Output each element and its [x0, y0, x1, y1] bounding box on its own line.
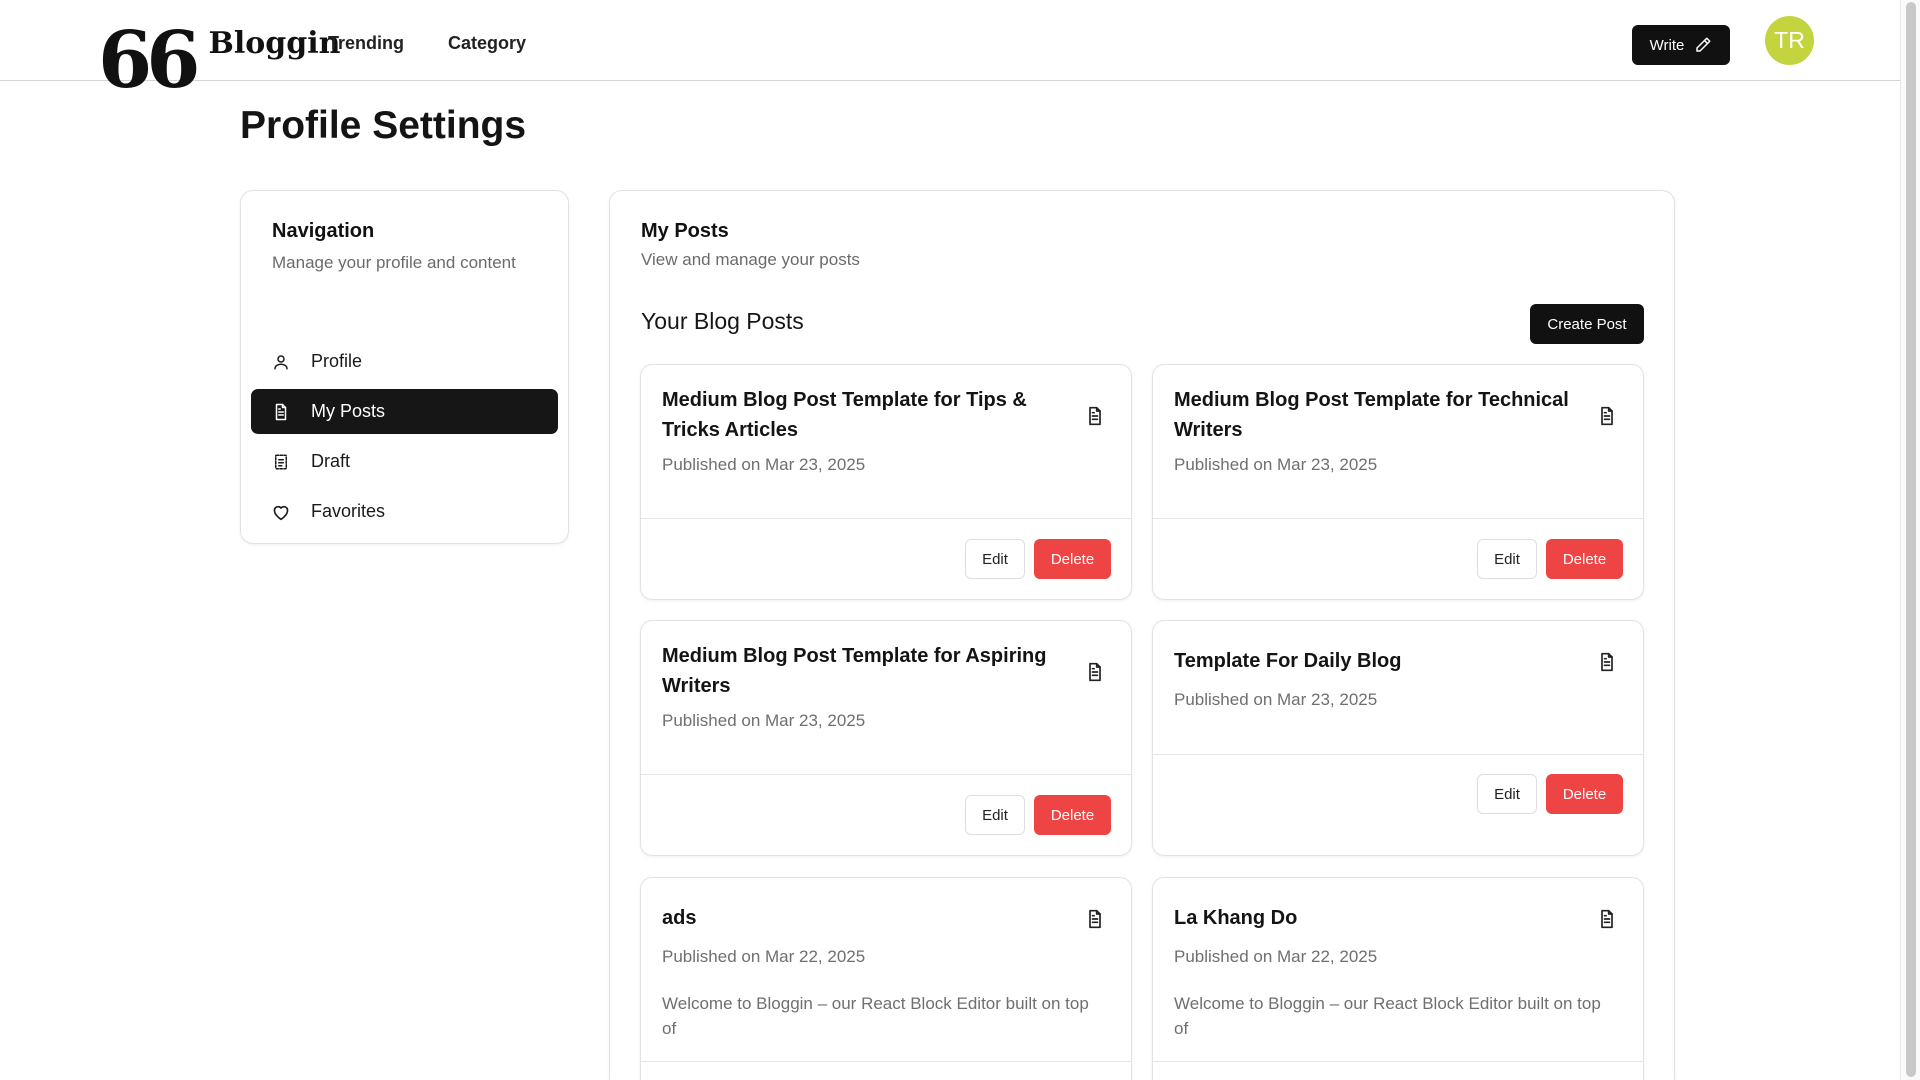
post-title[interactable]: Medium Blog Post Template for Technical …	[1174, 385, 1594, 445]
scrollbar-thumb[interactable]	[1906, 2, 1916, 1077]
nav-link-trending[interactable]: Trending	[328, 33, 404, 54]
post-excerpt: Welcome to Bloggin – our React Block Edi…	[1174, 994, 1601, 1038]
top-header: 66 Bloggin Trending Category Write TR	[0, 0, 1900, 106]
delete-button[interactable]: Delete	[1546, 539, 1623, 579]
page-title: Profile Settings	[240, 104, 527, 147]
edit-button[interactable]: Edit	[1477, 539, 1537, 579]
post-date: Published on Mar 22, 2025	[1174, 947, 1378, 966]
post-divider	[1153, 1061, 1643, 1062]
sidebar-item-draft[interactable]: Draft	[251, 439, 558, 484]
post-divider	[1153, 754, 1643, 755]
logo-text: Bloggin	[208, 25, 341, 61]
document-icon[interactable]	[1597, 908, 1617, 930]
navigation-card: Navigation Manage your profile and conte…	[240, 190, 569, 544]
sidebar-item-label: Profile	[311, 351, 363, 371]
post-date: Published on Mar 22, 2025	[662, 947, 866, 966]
edit-button[interactable]: Edit	[965, 795, 1025, 835]
write-button-label: Write	[1649, 36, 1685, 54]
edit-button[interactable]: Edit	[1477, 774, 1537, 814]
quote-logo-icon: 66	[98, 15, 201, 106]
post-date: Published on Mar 23, 2025	[1174, 690, 1378, 709]
document-icon[interactable]	[1597, 405, 1617, 427]
post-card[interactable]: ads Published on Mar 22, 2025 Welcome to…	[640, 877, 1132, 1080]
sidebar-item-favorites[interactable]: Favorites	[251, 489, 558, 534]
sidebar-item-label: My Posts	[311, 401, 386, 421]
document-icon[interactable]	[1085, 405, 1105, 427]
delete-button[interactable]: Delete	[1546, 774, 1623, 814]
document-icon[interactable]	[1085, 908, 1105, 930]
sidebar-item-profile[interactable]: Profile	[251, 339, 558, 384]
delete-button[interactable]: Delete	[1034, 795, 1111, 835]
post-date: Published on Mar 23, 2025	[662, 455, 866, 474]
logo[interactable]: 66 Bloggin	[98, 15, 341, 106]
create-post-button[interactable]: Create Post	[1530, 304, 1644, 344]
document-icon[interactable]	[1085, 661, 1105, 683]
avatar[interactable]: TR	[1765, 16, 1814, 65]
document-icon	[271, 402, 291, 422]
delete-button[interactable]: Delete	[1034, 539, 1111, 579]
post-card[interactable]: Medium Blog Post Template for Technical …	[1152, 364, 1644, 600]
navigation-subtitle: Manage your profile and content	[272, 253, 516, 272]
sidebar-item-label: Favorites	[311, 501, 386, 521]
pencil-icon	[1696, 37, 1711, 52]
post-excerpt: Welcome to Bloggin – our React Block Edi…	[662, 994, 1089, 1038]
post-divider	[1153, 518, 1643, 519]
post-divider	[641, 1061, 1131, 1062]
post-card[interactable]: La Khang Do Published on Mar 22, 2025 We…	[1152, 877, 1644, 1080]
post-title[interactable]: Medium Blog Post Template for Tips & Tri…	[662, 385, 1082, 445]
post-card[interactable]: Template For Daily Blog Published on Mar…	[1152, 620, 1644, 856]
post-title[interactable]: La Khang Do	[1174, 903, 1594, 933]
my-posts-title: My Posts	[641, 220, 729, 242]
user-icon	[271, 352, 291, 372]
my-posts-subtitle: View and manage your posts	[641, 250, 860, 269]
edit-button[interactable]: Edit	[965, 539, 1025, 579]
post-date: Published on Mar 23, 2025	[1174, 455, 1378, 474]
page-scrollbar[interactable]	[1900, 0, 1920, 1080]
sidebar-item-label: Draft	[311, 451, 351, 471]
post-title[interactable]: Template For Daily Blog	[1174, 646, 1594, 676]
heart-icon	[271, 502, 291, 522]
post-title[interactable]: Medium Blog Post Template for Aspiring W…	[662, 641, 1082, 701]
post-card[interactable]: Medium Blog Post Template for Tips & Tri…	[640, 364, 1132, 600]
document-icon[interactable]	[1597, 651, 1617, 673]
post-date: Published on Mar 23, 2025	[662, 711, 866, 730]
draft-icon	[271, 452, 291, 472]
blog-posts-heading: Your Blog Posts	[641, 308, 804, 334]
post-divider	[641, 518, 1131, 519]
my-posts-card: My Posts View and manage your posts Your…	[609, 190, 1675, 1080]
nav-link-category[interactable]: Category	[448, 33, 526, 54]
sidebar-item-my-posts[interactable]: My Posts	[251, 389, 558, 434]
post-title[interactable]: ads	[662, 903, 1082, 933]
post-divider	[641, 774, 1131, 775]
navigation-title: Navigation	[272, 220, 375, 242]
write-button[interactable]: Write	[1632, 25, 1730, 65]
post-card[interactable]: Medium Blog Post Template for Aspiring W…	[640, 620, 1132, 856]
